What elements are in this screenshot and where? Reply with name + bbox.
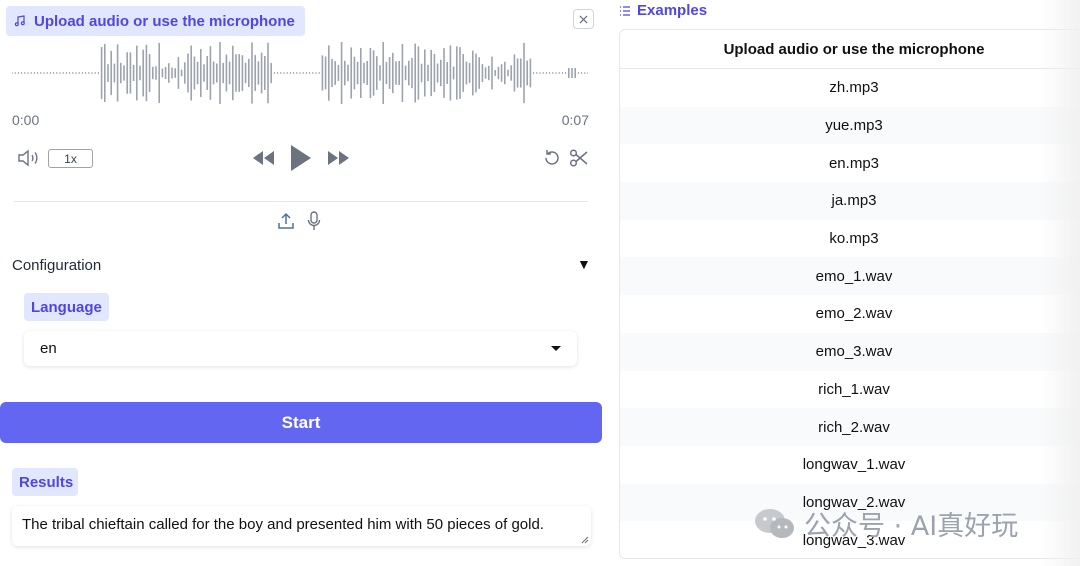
close-icon [579, 14, 588, 24]
resize-handle-icon[interactable] [581, 536, 589, 544]
undo-icon [545, 150, 559, 165]
duration-time: 0:07 [561, 112, 589, 128]
audio-input-label: Upload audio or use the microphone [6, 6, 305, 36]
fast-forward-icon [328, 151, 349, 165]
fast-forward-button[interactable] [326, 148, 352, 168]
language-select[interactable]: en [24, 331, 577, 366]
watermark: 公众号 · AI真好玩 [754, 504, 1018, 543]
examples-list: zh.mp3 yue.mp3 en.mp3 ja.mp3 ko.mp3 emo_1.wav… [620, 69, 1080, 558]
scissors-icon [569, 149, 588, 167]
list-icon [620, 5, 630, 16]
start-button[interactable]: Start [0, 402, 602, 443]
examples-column-header: Upload audio or use the microphone [620, 30, 1080, 69]
example-item[interactable]: ja.mp3 [620, 182, 1080, 220]
reset-button[interactable] [541, 147, 563, 169]
examples-heading: Examples [619, 2, 707, 19]
example-item[interactable]: emo_2.wav [620, 295, 1080, 333]
microphone-icon [307, 211, 321, 230]
example-item[interactable]: emo_3.wav [620, 332, 1080, 371]
examples-table: Upload audio or use the microphone zh.mp… [619, 29, 1080, 559]
upload-icon [278, 212, 294, 229]
volume-button[interactable] [16, 148, 42, 168]
configuration-title: Configuration [12, 257, 102, 274]
example-item[interactable]: longwav_1.wav [620, 446, 1080, 484]
results-textbox[interactable]: The tribal chieftain called for the boy … [12, 506, 591, 546]
clear-audio-button[interactable] [573, 9, 594, 29]
language-select-value: en [40, 340, 57, 357]
example-item[interactable]: yue.mp3 [620, 106, 1080, 145]
example-item[interactable]: rich_1.wav [620, 371, 1080, 409]
example-item[interactable]: en.mp3 [620, 144, 1080, 182]
music-note-icon [14, 15, 25, 27]
example-item[interactable]: rich_2.wav [620, 408, 1080, 446]
example-item[interactable]: ko.mp3 [620, 220, 1080, 258]
current-time: 0:00 [12, 112, 40, 128]
play-button[interactable] [286, 142, 314, 174]
example-item[interactable]: emo_1.wav [620, 257, 1080, 296]
examples-title: Examples [637, 2, 708, 19]
audio-divider [14, 201, 588, 202]
chevron-down-icon [551, 346, 561, 351]
rewind-icon [253, 151, 274, 165]
playback-rate-button[interactable]: 1x [48, 149, 93, 168]
upload-source-button[interactable] [276, 211, 296, 231]
language-label: Language [24, 293, 109, 321]
microphone-source-button[interactable] [305, 211, 323, 231]
audio-input-label-text: Upload audio or use the microphone [34, 12, 295, 30]
play-icon [291, 145, 311, 171]
watermark-text: 公众号 · AI真好玩 [804, 511, 1019, 542]
results-label: Results [12, 468, 78, 496]
wechat-logo-icon [755, 508, 794, 538]
example-item[interactable]: zh.mp3 [620, 69, 1080, 107]
configuration-toggle[interactable]: ▼ [577, 256, 591, 272]
rewind-button[interactable] [250, 148, 276, 168]
results-text: The tribal chieftain called for the boy … [22, 516, 544, 533]
audio-waveform[interactable] [12, 42, 588, 104]
trim-button[interactable] [568, 147, 590, 169]
volume-icon [18, 149, 38, 167]
